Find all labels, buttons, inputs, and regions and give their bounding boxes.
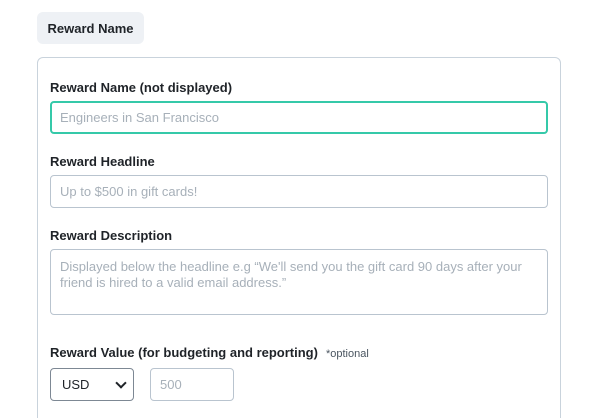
tab-reward-name-label: Reward Name [47,20,134,36]
reward-form-card: Reward Name (not displayed) Reward Headl… [37,57,561,418]
chevron-down-icon [115,376,127,389]
tab-reward-name[interactable]: Reward Name [37,12,144,44]
reward-name-label: Reward Name (not displayed) [50,80,233,95]
reward-name-input[interactable] [50,101,548,134]
reward-headline-input[interactable] [50,175,548,208]
optional-note: *optional [325,348,369,360]
currency-select[interactable]: USD [50,368,134,401]
reward-value-label: Reward Value (for budgeting and reportin… [50,345,369,360]
reward-description-textarea[interactable] [50,249,548,315]
reward-headline-label: Reward Headline [50,154,155,169]
currency-select-value: USD [62,377,90,392]
reward-amount-input[interactable] [150,368,234,401]
reward-description-label: Reward Description [50,228,173,243]
reward-form-page: Reward Name Reward Name (not displayed) … [0,0,600,418]
reward-value-label-text: Reward Value (for budgeting and reportin… [50,345,318,360]
